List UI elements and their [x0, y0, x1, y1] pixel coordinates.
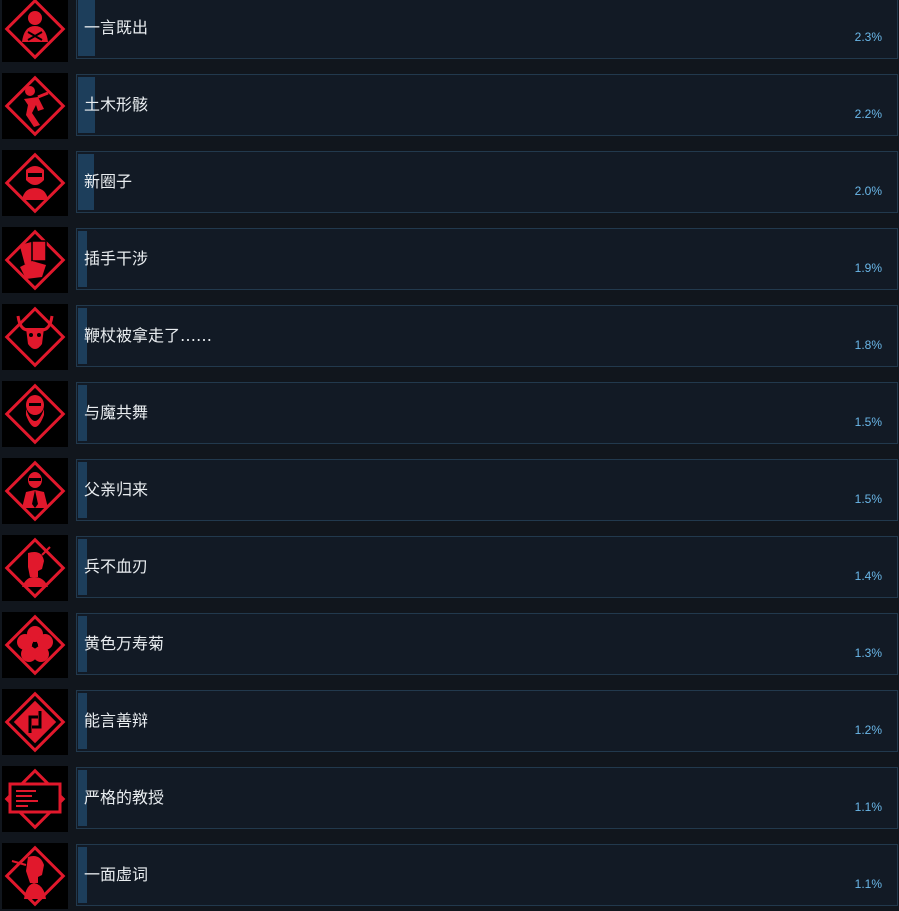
achievement-progress-bar: 一言既出 2.3%	[76, 0, 898, 59]
achievement-progress-bar: 黄色万寿菊 1.3%	[76, 613, 898, 675]
speaking-woman-icon	[2, 843, 68, 909]
achievement-row[interactable]: 与魔共舞 1.5%	[0, 381, 899, 447]
bearded-man-icon	[2, 381, 68, 447]
achievement-progress-bar: 鞭杖被拿走了…… 1.8%	[76, 305, 898, 367]
arrows-diamond-icon	[2, 689, 68, 755]
achievement-row[interactable]: 能言善辩 1.2%	[0, 689, 899, 755]
achievement-row[interactable]: 插手干涉 1.9%	[0, 227, 899, 293]
chalkboard-icon	[2, 766, 68, 832]
flower-icon	[2, 612, 68, 678]
achievement-progress-bar: 能言善辩 1.2%	[76, 690, 898, 752]
achievement-name: 土木形骸	[84, 95, 149, 114]
achievement-name: 新圈子	[84, 172, 133, 191]
masked-man-icon	[2, 150, 68, 216]
achievement-progress-bar: 严格的教授 1.1%	[76, 767, 898, 829]
achievement-percent: 1.2%	[854, 723, 882, 737]
achievement-row[interactable]: 严格的教授 1.1%	[0, 766, 899, 832]
achievement-name: 黄色万寿菊	[84, 634, 165, 653]
achievement-percent: 2.3%	[854, 30, 882, 44]
achievement-name: 兵不血刃	[84, 557, 149, 576]
achievement-name: 严格的教授	[84, 788, 165, 807]
achievement-progress-bar: 与魔共舞 1.5%	[76, 382, 898, 444]
achievement-percent: 1.1%	[854, 877, 882, 891]
achievement-progress-bar: 土木形骸 2.2%	[76, 74, 898, 136]
achievement-name: 一面虚词	[84, 865, 149, 884]
suited-man-icon	[2, 458, 68, 524]
achievement-row[interactable]: 黄色万寿菊 1.3%	[0, 612, 899, 678]
achievement-row[interactable]: 父亲归来 1.5%	[0, 458, 899, 524]
profile-head-icon	[2, 535, 68, 601]
horned-bull-icon	[2, 304, 68, 370]
achievement-percent: 2.2%	[854, 107, 882, 121]
achievement-percent: 1.8%	[854, 338, 882, 352]
achievement-progress-bar: 一面虚词 1.1%	[76, 844, 898, 906]
achievement-row[interactable]: 一言既出 2.3%	[0, 0, 899, 62]
achievement-name: 鞭杖被拿走了……	[84, 326, 213, 345]
achievement-percent: 1.9%	[854, 261, 882, 275]
achievement-progress-bar: 兵不血刃 1.4%	[76, 536, 898, 598]
achievement-progress-bar: 父亲归来 1.5%	[76, 459, 898, 521]
achievement-name: 与魔共舞	[84, 403, 149, 422]
achievement-list: 一言既出 2.3% 土木形骸 2.2% 新圈子 2.0% 插手干涉 1.9% 鞭…	[0, 0, 899, 911]
achievement-percent: 1.1%	[854, 800, 882, 814]
achievement-row[interactable]: 新圈子 2.0%	[0, 150, 899, 216]
achievement-name: 父亲归来	[84, 480, 149, 499]
achievement-row[interactable]: 兵不血刃 1.4%	[0, 535, 899, 601]
achievement-percent: 2.0%	[854, 184, 882, 198]
achievement-row[interactable]: 鞭杖被拿走了…… 1.8%	[0, 304, 899, 370]
achievement-percent: 1.5%	[854, 492, 882, 506]
achievement-name: 能言善辩	[84, 711, 149, 730]
achievement-progress-bar: 新圈子 2.0%	[76, 151, 898, 213]
cards-hand-icon	[2, 227, 68, 293]
achievement-row[interactable]: 一面虚词 1.1%	[0, 843, 899, 909]
achievement-percent: 1.5%	[854, 415, 882, 429]
achievement-percent: 1.3%	[854, 646, 882, 660]
achievement-name: 插手干涉	[84, 249, 149, 268]
armored-figure-icon	[2, 0, 68, 62]
achievement-name: 一言既出	[84, 18, 149, 37]
achievement-percent: 1.4%	[854, 569, 882, 583]
achievement-row[interactable]: 土木形骸 2.2%	[0, 73, 899, 139]
achievement-progress-bar: 插手干涉 1.9%	[76, 228, 898, 290]
running-figure-icon	[2, 73, 68, 139]
